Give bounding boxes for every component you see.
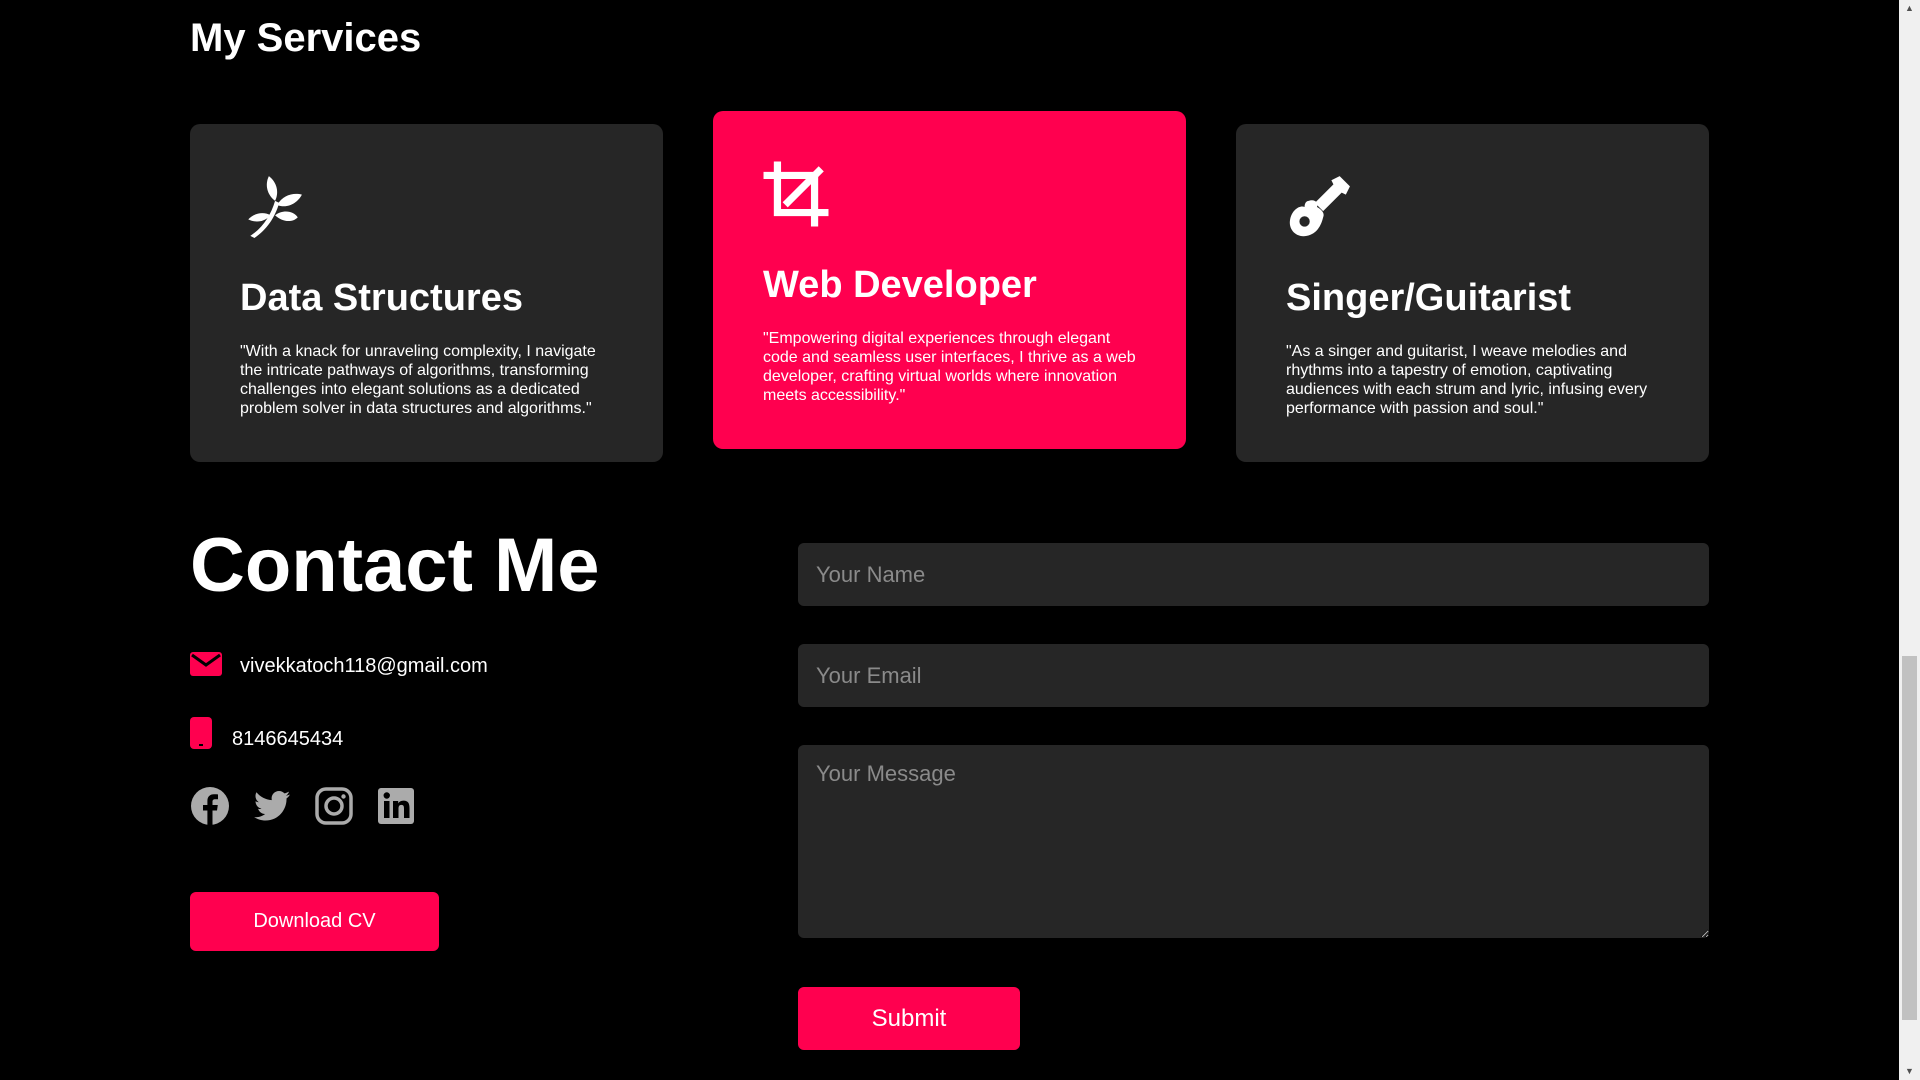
social-links <box>190 786 416 826</box>
scroll-up-arrow-icon[interactable]: ▲ <box>1899 0 1920 17</box>
download-cv-button[interactable]: Download CV <box>190 892 439 951</box>
crop-icon <box>763 161 829 227</box>
service-title: Data Structures <box>240 277 523 319</box>
message-textarea[interactable] <box>798 745 1709 938</box>
service-description: "As a singer and guitarist, I weave melo… <box>1286 343 1648 417</box>
service-card-singer-guitarist: Singer/Guitarist "As a singer and guitar… <box>1236 124 1709 462</box>
contact-phone: 8146645434 <box>190 717 343 754</box>
vertical-scrollbar[interactable]: ▲ ▼ <box>1899 0 1920 1080</box>
service-card-data-structures: Data Structures "With a knack for unrave… <box>190 124 663 462</box>
service-title: Web Developer <box>763 264 1037 306</box>
twitter-icon[interactable] <box>252 786 292 826</box>
service-card-web-developer: Web Developer "Empowering digital experi… <box>713 111 1186 449</box>
envelope-icon <box>190 652 222 681</box>
scroll-down-arrow-icon[interactable]: ▼ <box>1899 1063 1920 1080</box>
facebook-icon[interactable] <box>190 786 230 826</box>
instagram-icon[interactable] <box>314 786 354 826</box>
email-input[interactable] <box>798 644 1709 707</box>
services-heading: My Services <box>190 16 422 60</box>
guitar-icon <box>1286 174 1352 240</box>
mobile-phone-icon <box>190 717 212 754</box>
submit-button[interactable]: Submit <box>798 987 1020 1050</box>
linkedin-icon[interactable] <box>376 786 416 826</box>
service-description: "With a knack for unraveling complexity,… <box>240 343 596 417</box>
leaf-sprout-icon <box>240 174 306 240</box>
phone-text: 8146645434 <box>232 728 344 750</box>
service-title: Singer/Guitarist <box>1286 277 1572 319</box>
contact-email: vivekkatoch118@gmail.com <box>190 652 488 681</box>
email-text: vivekkatoch118@gmail.com <box>240 655 488 677</box>
name-input[interactable] <box>798 543 1709 606</box>
scrollbar-thumb[interactable] <box>1902 656 1917 1020</box>
page: My Services Data Structures "With a knac… <box>0 0 1899 1080</box>
service-description: "Empowering digital experiences through … <box>763 330 1136 404</box>
contact-heading: Contact Me <box>190 523 600 608</box>
